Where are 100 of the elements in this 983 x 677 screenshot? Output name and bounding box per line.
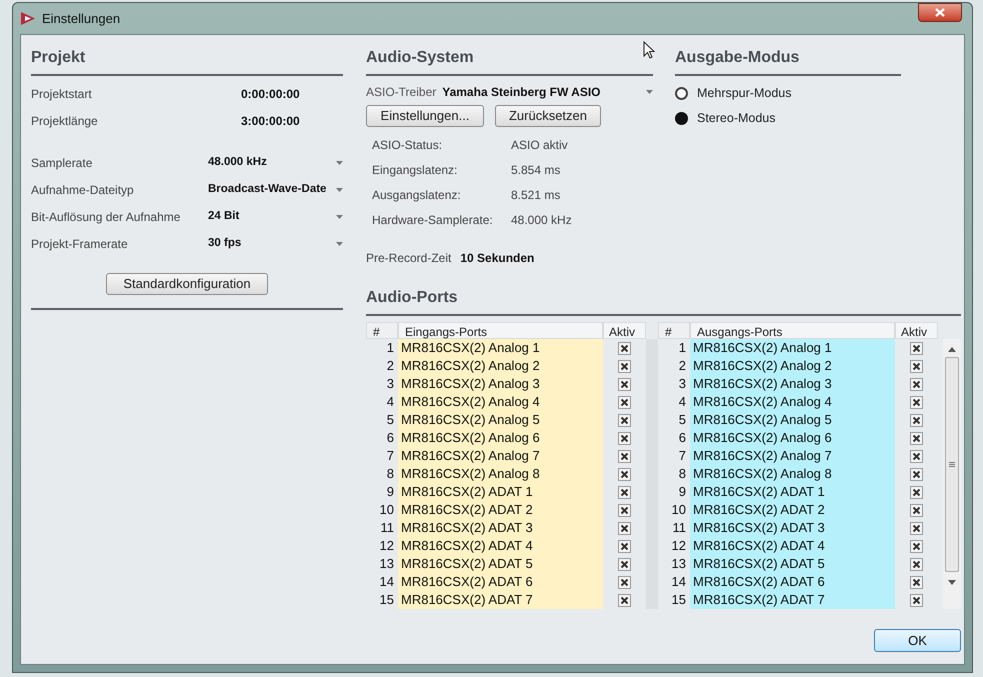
port-name: MR816CSX(2) Analog 6 bbox=[400, 429, 540, 447]
row-number: 14 bbox=[670, 573, 687, 591]
dropdown[interactable]: Yamaha Steinberg FW ASIO bbox=[442, 82, 653, 100]
status-value: 5.854 ms bbox=[511, 162, 560, 178]
dropdown[interactable]: Broadcast-Wave-Date bbox=[208, 180, 343, 198]
port-name: MR816CSX(2) ADAT 3 bbox=[692, 519, 825, 537]
checkbox[interactable] bbox=[618, 378, 631, 390]
checkbox[interactable] bbox=[618, 522, 631, 534]
scroll-down-icon[interactable] bbox=[948, 580, 956, 585]
section-title: Projekt bbox=[31, 49, 86, 66]
row-number: 13 bbox=[378, 555, 395, 573]
scroll-up-icon[interactable] bbox=[948, 347, 956, 352]
dropdown[interactable]: 24 Bit bbox=[208, 208, 343, 226]
checkbox[interactable] bbox=[618, 540, 631, 552]
caret-icon bbox=[646, 90, 653, 94]
section-title: Audio-Ports bbox=[366, 289, 458, 306]
caret-icon bbox=[336, 242, 343, 246]
radio-label[interactable]: Mehrspur-Modus bbox=[697, 84, 792, 103]
row-number: 1 bbox=[386, 339, 395, 357]
field-label: Pre-Record-Zeit bbox=[366, 250, 452, 267]
checkbox[interactable] bbox=[618, 396, 631, 408]
checkbox[interactable] bbox=[910, 576, 923, 588]
port-name: MR816CSX(2) ADAT 2 bbox=[400, 501, 533, 519]
checkbox[interactable] bbox=[618, 360, 631, 372]
column-header[interactable]: Aktiv bbox=[603, 322, 646, 339]
mouse-cursor-icon bbox=[643, 41, 655, 59]
checkbox[interactable] bbox=[910, 342, 923, 354]
checkbox[interactable] bbox=[910, 522, 923, 534]
checkbox[interactable] bbox=[910, 396, 923, 408]
scrollbar[interactable] bbox=[943, 339, 961, 609]
row-number: 10 bbox=[378, 501, 395, 519]
checkbox[interactable] bbox=[910, 468, 923, 480]
port-name: MR816CSX(2) Analog 8 bbox=[400, 465, 540, 483]
checkbox[interactable] bbox=[618, 558, 631, 570]
checkbox[interactable] bbox=[910, 558, 923, 570]
field-label: Projektstart bbox=[31, 86, 93, 102]
column-header[interactable]: # bbox=[658, 322, 690, 339]
checkbox[interactable] bbox=[618, 450, 631, 462]
checkbox[interactable] bbox=[618, 486, 631, 498]
checkbox[interactable] bbox=[910, 414, 923, 426]
checkbox[interactable] bbox=[618, 414, 631, 426]
dropdown[interactable]: 48.000 kHz bbox=[208, 154, 343, 172]
status-label: Hardware-Samplerate: bbox=[372, 212, 494, 228]
checkbox[interactable] bbox=[910, 594, 923, 606]
column-header[interactable]: # bbox=[366, 322, 398, 339]
checkbox[interactable] bbox=[910, 486, 923, 498]
radio-button[interactable] bbox=[675, 87, 688, 100]
field-label: ASIO-Treiber bbox=[366, 84, 436, 100]
row-number: 15 bbox=[670, 591, 687, 609]
checkbox[interactable] bbox=[618, 594, 631, 606]
row-number: 7 bbox=[386, 447, 395, 465]
port-name: MR816CSX(2) Analog 4 bbox=[400, 393, 540, 411]
dropdown[interactable]: 30 fps bbox=[208, 234, 343, 252]
row-number: 6 bbox=[386, 429, 395, 447]
checkbox[interactable] bbox=[618, 504, 631, 516]
field-value: 0:00:00:00 bbox=[241, 86, 300, 102]
row-number: 12 bbox=[670, 537, 687, 555]
port-name: MR816CSX(2) ADAT 4 bbox=[400, 537, 533, 555]
settings-button[interactable]: Einstellungen... bbox=[366, 105, 484, 127]
port-name: MR816CSX(2) Analog 3 bbox=[692, 375, 832, 393]
row-number: 11 bbox=[380, 519, 395, 537]
port-name: MR816CSX(2) ADAT 5 bbox=[400, 555, 533, 573]
grip-icon bbox=[949, 462, 955, 467]
close-button[interactable] bbox=[918, 3, 962, 22]
ok-button[interactable]: OK bbox=[874, 629, 961, 652]
reset-button[interactable]: Zurücksetzen bbox=[495, 105, 601, 127]
radio-label[interactable]: Stereo-Modus bbox=[697, 109, 776, 128]
checkbox[interactable] bbox=[618, 576, 631, 588]
port-name: MR816CSX(2) Analog 2 bbox=[692, 357, 832, 375]
row-number: 13 bbox=[670, 555, 687, 573]
port-name: MR816CSX(2) Analog 4 bbox=[692, 393, 832, 411]
port-name: MR816CSX(2) ADAT 7 bbox=[400, 591, 533, 609]
checkbox[interactable] bbox=[910, 378, 923, 390]
port-name: MR816CSX(2) ADAT 1 bbox=[692, 483, 825, 501]
row-number: 14 bbox=[378, 573, 395, 591]
port-name: MR816CSX(2) ADAT 6 bbox=[692, 573, 825, 591]
port-name: MR816CSX(2) Analog 1 bbox=[692, 339, 832, 357]
column-header[interactable]: Ausgangs-Ports bbox=[690, 322, 895, 339]
checkbox[interactable] bbox=[618, 468, 631, 480]
checkbox[interactable] bbox=[618, 432, 631, 444]
checkbox[interactable] bbox=[910, 360, 923, 372]
row-number: 11 bbox=[672, 519, 687, 537]
checkbox[interactable] bbox=[910, 540, 923, 552]
checkbox[interactable] bbox=[910, 450, 923, 462]
row-number: 15 bbox=[378, 591, 395, 609]
port-name: MR816CSX(2) Analog 5 bbox=[400, 411, 540, 429]
radio-button[interactable] bbox=[675, 112, 688, 125]
checkbox[interactable] bbox=[910, 504, 923, 516]
port-name: MR816CSX(2) ADAT 3 bbox=[400, 519, 533, 537]
column-header[interactable]: Aktiv bbox=[895, 322, 938, 339]
row-number: 9 bbox=[678, 483, 687, 501]
section-title: Ausgabe-Modus bbox=[675, 49, 800, 66]
port-name: MR816CSX(2) ADAT 6 bbox=[400, 573, 533, 591]
field-label: Projektlänge bbox=[31, 112, 99, 130]
column-header[interactable]: Eingangs-Ports bbox=[398, 322, 603, 339]
checkbox[interactable] bbox=[618, 342, 631, 354]
section-title: Audio-System bbox=[366, 49, 474, 66]
port-name: MR816CSX(2) Analog 7 bbox=[692, 447, 832, 465]
default-config-button[interactable]: Standardkonfiguration bbox=[106, 273, 268, 295]
checkbox[interactable] bbox=[910, 432, 923, 444]
